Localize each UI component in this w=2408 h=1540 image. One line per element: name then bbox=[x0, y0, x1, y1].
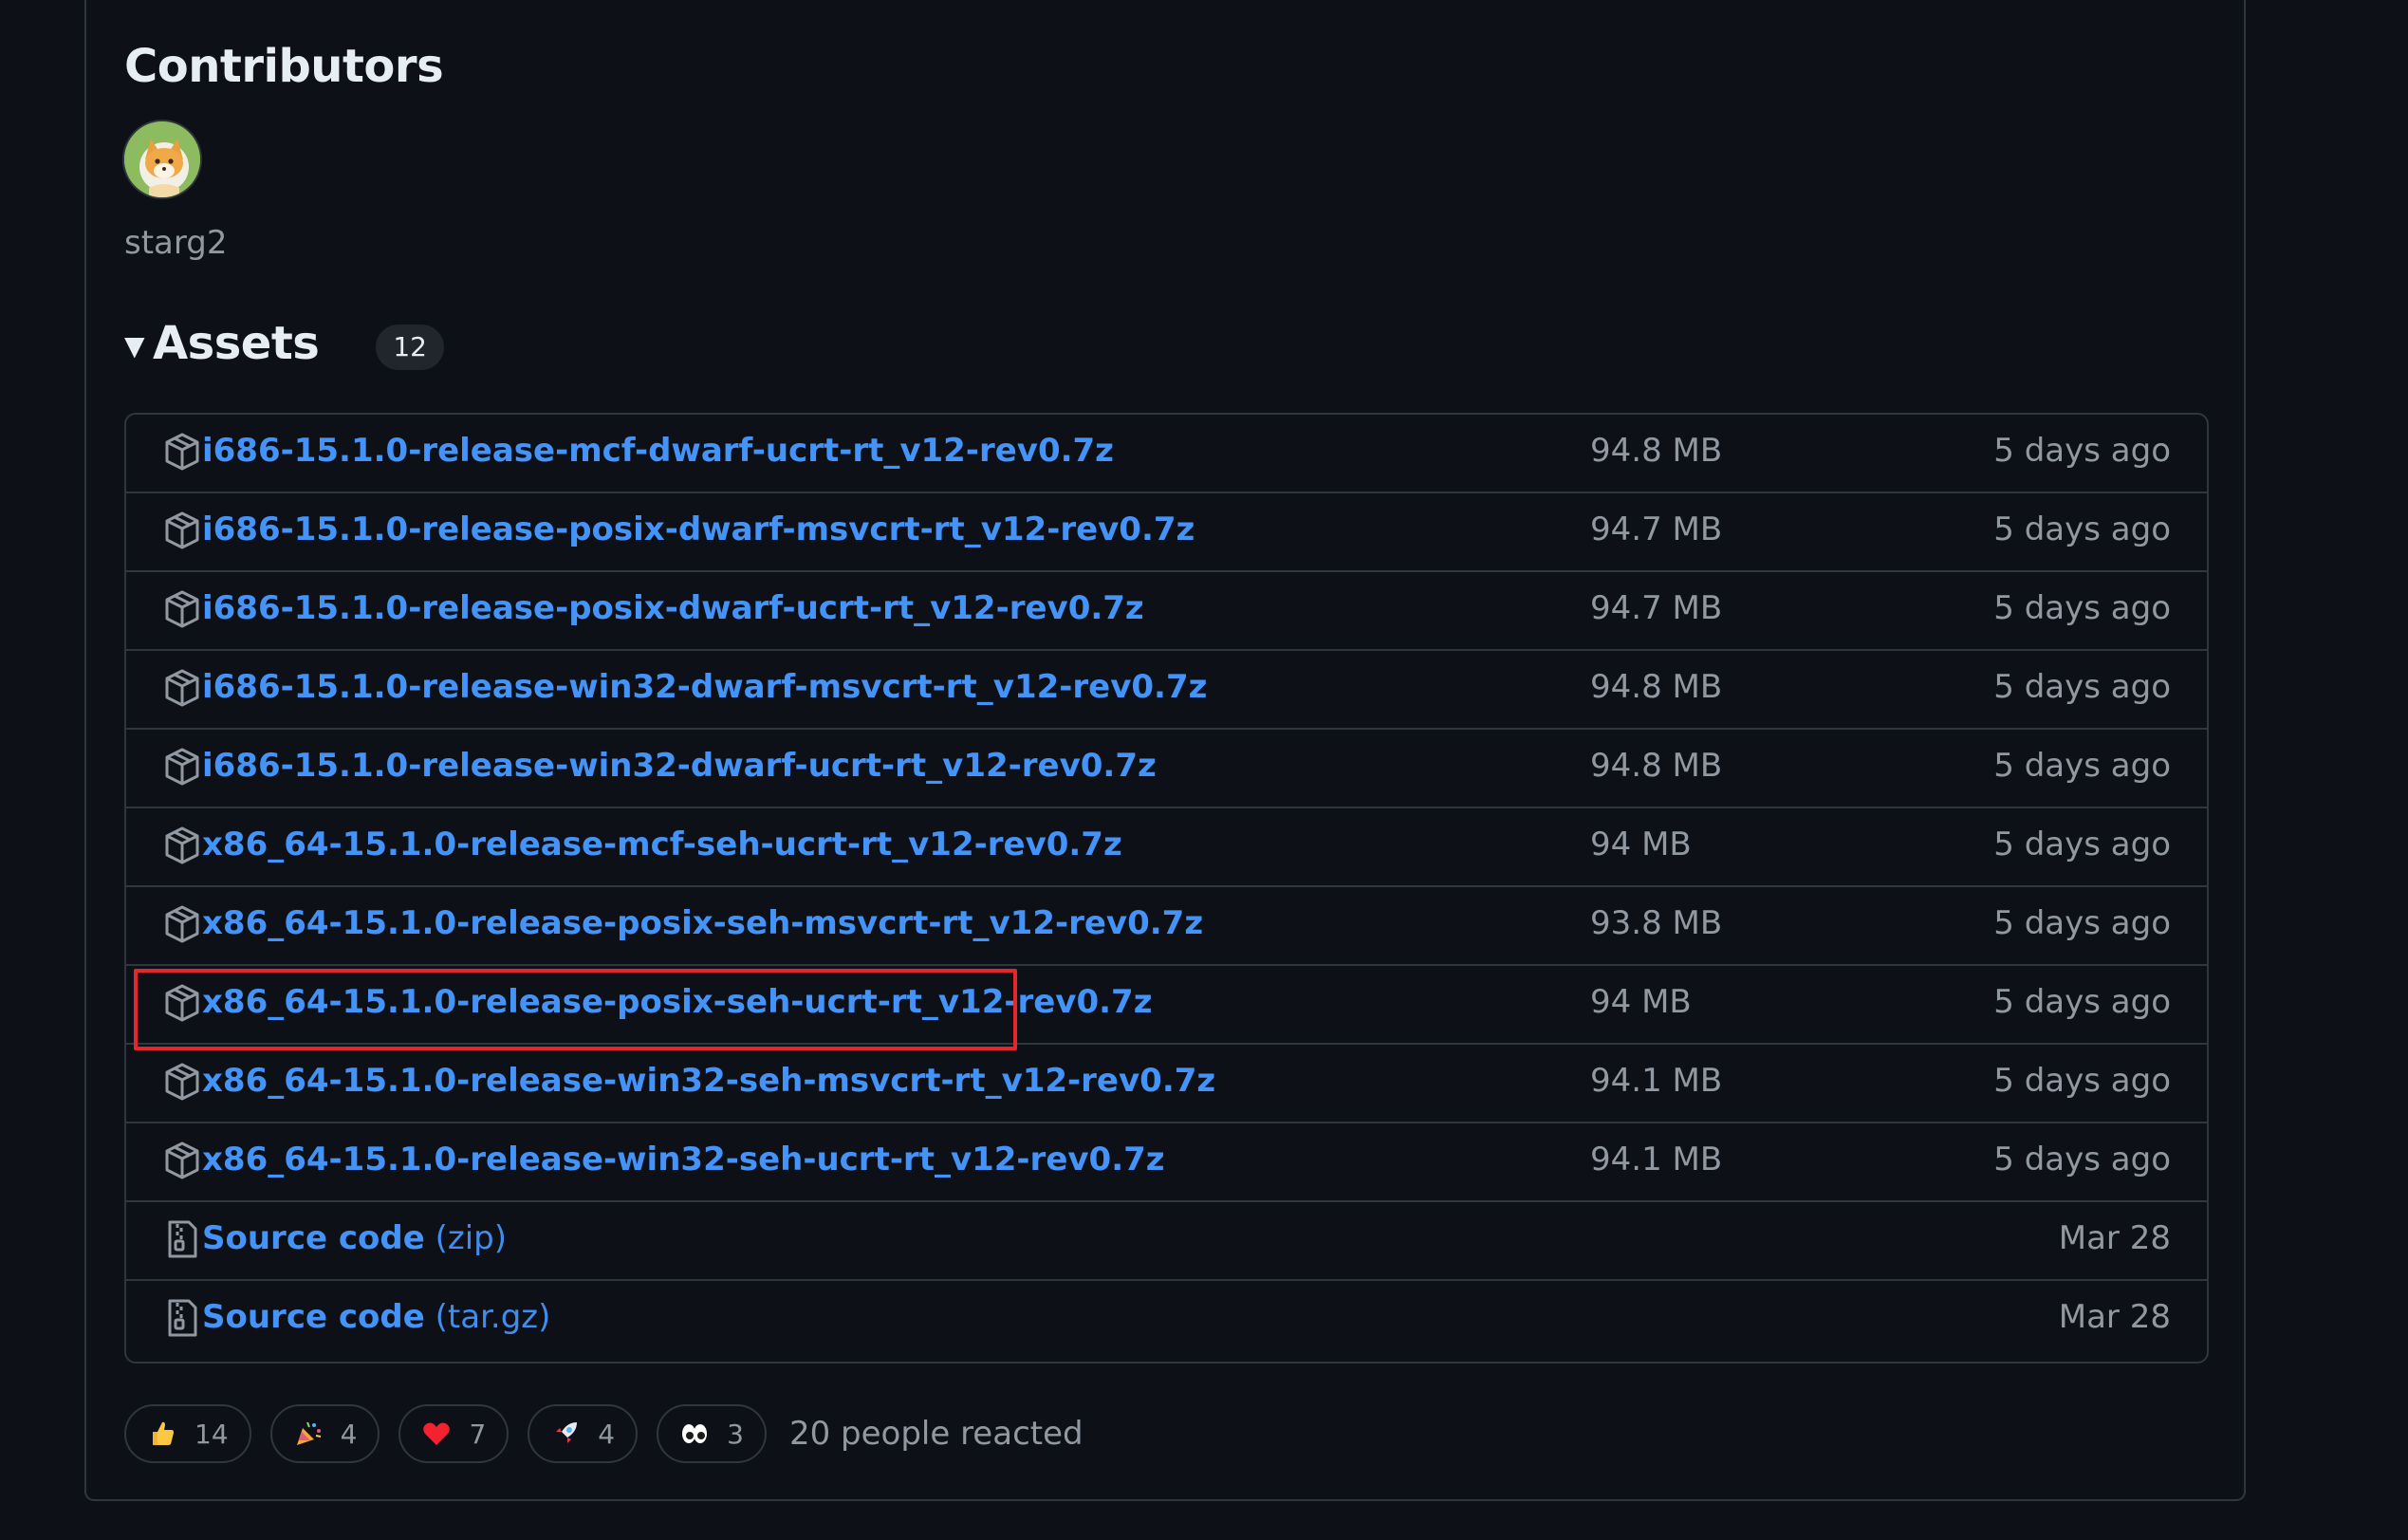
reactions-summary: 20 people reacted bbox=[788, 1415, 1084, 1453]
contributor-name[interactable]: starg2 bbox=[124, 224, 227, 262]
source-code-row: Source code (zip) Mar 28 bbox=[126, 1202, 2207, 1281]
triangle-down-icon: ▼ bbox=[124, 329, 145, 362]
package-icon bbox=[164, 1141, 200, 1180]
reaction-tada-button[interactable]: 4 bbox=[269, 1404, 380, 1463]
assets-count-badge: 12 bbox=[376, 325, 444, 370]
asset-date: 5 days ago bbox=[1993, 904, 2171, 942]
asset-download-link[interactable]: i686-15.1.0-release-posix-dwarf-ucrt-rt_… bbox=[202, 589, 1144, 627]
heart-icon bbox=[423, 1422, 451, 1445]
asset-date: 5 days ago bbox=[1993, 983, 2171, 1021]
asset-size: 94.7 MB bbox=[1590, 589, 1723, 627]
asset-date: 5 days ago bbox=[1993, 747, 2171, 785]
package-icon bbox=[164, 983, 200, 1023]
asset-download-link[interactable]: x86_64-15.1.0-release-mcf-seh-ucrt-rt_v1… bbox=[202, 826, 1122, 863]
fox-avatar-icon bbox=[124, 121, 200, 197]
asset-date: 5 days ago bbox=[1993, 1062, 2171, 1100]
eyes-icon bbox=[682, 1424, 708, 1443]
thumbs-up-icon bbox=[153, 1421, 174, 1445]
reaction-count: 3 bbox=[727, 1418, 744, 1450]
file-zip-icon bbox=[164, 1298, 200, 1338]
asset-date: 5 days ago bbox=[1993, 826, 2171, 863]
asset-download-link[interactable]: x86_64-15.1.0-release-posix-seh-msvcrt-r… bbox=[202, 904, 1203, 942]
assets-heading: Assets bbox=[153, 317, 320, 370]
package-icon bbox=[164, 589, 200, 629]
file-zip-icon bbox=[164, 1219, 200, 1259]
package-icon bbox=[164, 432, 200, 472]
asset-row: i686-15.1.0-release-win32-dwarf-msvcrt-r… bbox=[126, 651, 2207, 730]
asset-row: i686-15.1.0-release-posix-dwarf-ucrt-rt_… bbox=[126, 572, 2207, 651]
asset-date: 5 days ago bbox=[1993, 432, 2171, 470]
package-icon bbox=[164, 826, 200, 865]
asset-row: i686-15.1.0-release-posix-dwarf-msvcrt-r… bbox=[126, 493, 2207, 572]
contributors-heading: Contributors bbox=[124, 40, 444, 93]
asset-row: x86_64-15.1.0-release-posix-seh-ucrt-rt_… bbox=[126, 966, 2207, 1045]
reaction-count: 7 bbox=[469, 1418, 487, 1450]
asset-size: 94.1 MB bbox=[1590, 1062, 1723, 1100]
reaction-count: 14 bbox=[194, 1418, 229, 1450]
asset-size: 94.8 MB bbox=[1590, 432, 1723, 470]
reaction-count: 4 bbox=[340, 1418, 358, 1450]
package-icon bbox=[164, 510, 200, 550]
assets-summary-toggle[interactable]: ▼ Assets 12 bbox=[124, 313, 444, 374]
asset-row: x86_64-15.1.0-release-win32-seh-ucrt-rt_… bbox=[126, 1123, 2207, 1202]
asset-row: i686-15.1.0-release-win32-dwarf-ucrt-rt_… bbox=[126, 730, 2207, 808]
source-date: Mar 28 bbox=[2058, 1298, 2171, 1336]
assets-list: i686-15.1.0-release-mcf-dwarf-ucrt-rt_v1… bbox=[124, 413, 2209, 1364]
package-icon bbox=[164, 1062, 200, 1102]
source-date: Mar 28 bbox=[2058, 1219, 2171, 1257]
asset-download-link[interactable]: i686-15.1.0-release-win32-dwarf-msvcrt-r… bbox=[202, 668, 1207, 706]
asset-size: 94.1 MB bbox=[1590, 1141, 1723, 1178]
asset-row: x86_64-15.1.0-release-mcf-seh-ucrt-rt_v1… bbox=[126, 808, 2207, 887]
asset-download-link[interactable]: x86_64-15.1.0-release-win32-seh-msvcrt-r… bbox=[202, 1062, 1215, 1100]
asset-date: 5 days ago bbox=[1993, 668, 2171, 706]
asset-row: x86_64-15.1.0-release-posix-seh-msvcrt-r… bbox=[126, 887, 2207, 966]
reactions-bar: 14 4 7 4 3 20 people reacted bbox=[124, 1403, 1084, 1464]
asset-row: x86_64-15.1.0-release-win32-seh-msvcrt-r… bbox=[126, 1045, 2207, 1123]
asset-download-link[interactable]: i686-15.1.0-release-posix-dwarf-msvcrt-r… bbox=[202, 510, 1195, 548]
source-code-row: Source code (tar.gz) Mar 28 bbox=[126, 1281, 2207, 1360]
package-icon bbox=[164, 668, 200, 708]
reaction-heart-button[interactable]: 7 bbox=[398, 1404, 509, 1463]
asset-size: 93.8 MB bbox=[1590, 904, 1723, 942]
asset-size: 94.7 MB bbox=[1590, 510, 1723, 548]
asset-download-link[interactable]: i686-15.1.0-release-win32-dwarf-ucrt-rt_… bbox=[202, 747, 1157, 785]
asset-row: i686-15.1.0-release-mcf-dwarf-ucrt-rt_v1… bbox=[126, 415, 2207, 493]
asset-download-link[interactable]: i686-15.1.0-release-mcf-dwarf-ucrt-rt_v1… bbox=[202, 432, 1114, 470]
tada-icon bbox=[296, 1421, 321, 1445]
reaction-rocket-button[interactable]: 4 bbox=[528, 1404, 639, 1463]
asset-size: 94.8 MB bbox=[1590, 747, 1723, 785]
asset-download-link[interactable]: x86_64-15.1.0-release-posix-seh-ucrt-rt_… bbox=[202, 983, 1153, 1021]
asset-date: 5 days ago bbox=[1993, 1141, 2171, 1178]
rocket-icon bbox=[555, 1422, 578, 1444]
asset-size: 94 MB bbox=[1590, 826, 1692, 863]
asset-size: 94 MB bbox=[1590, 983, 1692, 1021]
asset-date: 5 days ago bbox=[1993, 589, 2171, 627]
asset-size: 94.8 MB bbox=[1590, 668, 1723, 706]
source-code-link[interactable]: Source code (zip) bbox=[202, 1219, 507, 1257]
asset-date: 5 days ago bbox=[1993, 510, 2171, 548]
source-code-link[interactable]: Source code (tar.gz) bbox=[202, 1298, 550, 1336]
package-icon bbox=[164, 747, 200, 787]
reaction-thumbs-up-button[interactable]: 14 bbox=[124, 1404, 251, 1463]
reaction-count: 4 bbox=[598, 1418, 616, 1450]
reaction-eyes-button[interactable]: 3 bbox=[657, 1404, 767, 1463]
asset-download-link[interactable]: x86_64-15.1.0-release-win32-seh-ucrt-rt_… bbox=[202, 1141, 1165, 1178]
package-icon bbox=[164, 904, 200, 944]
avatar[interactable] bbox=[122, 120, 202, 199]
